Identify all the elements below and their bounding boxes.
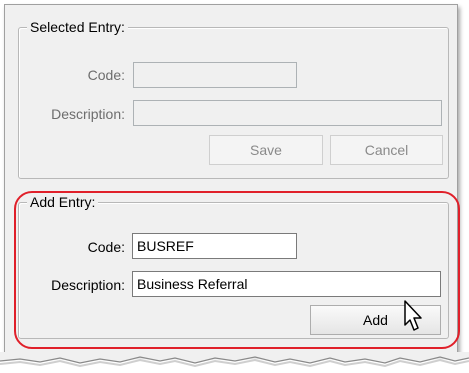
selected-entry-title: Selected Entry: — [27, 18, 128, 36]
highlight-annotation — [14, 191, 460, 349]
mouse-pointer-icon — [404, 300, 422, 331]
cancel-button[interactable]: Cancel — [330, 135, 443, 165]
selected-description-label: Description: — [51, 106, 125, 122]
selected-code-label: Code: — [87, 67, 125, 83]
torn-edge — [0, 352, 469, 368]
save-button[interactable]: Save — [209, 135, 323, 165]
selected-code-field[interactable] — [133, 62, 297, 88]
selected-description-field[interactable] — [133, 100, 442, 126]
